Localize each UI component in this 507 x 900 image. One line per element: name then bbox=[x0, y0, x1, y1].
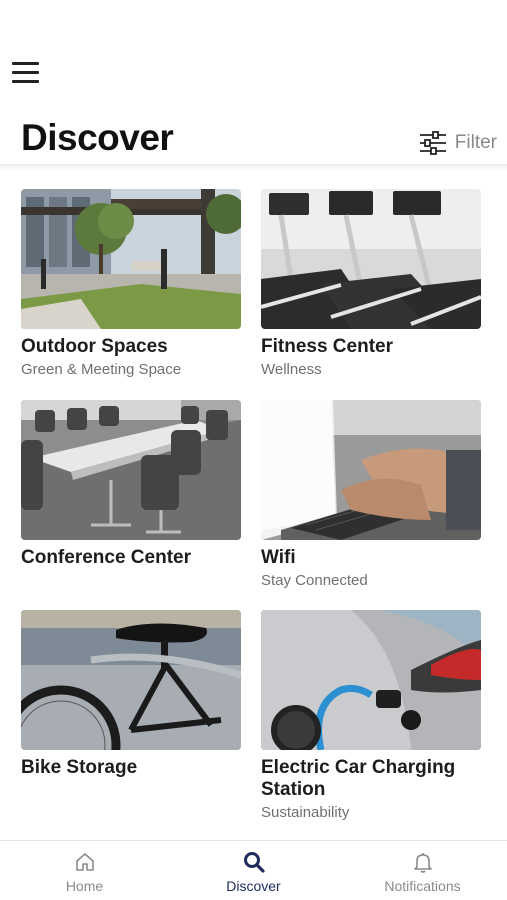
tab-label: Home bbox=[65, 878, 104, 894]
hamburger-menu-icon bbox=[12, 62, 39, 65]
card-conference-center[interactable]: Conference Center bbox=[21, 400, 241, 569]
laptop-typing-photo bbox=[261, 400, 481, 540]
card-title: Electric Car Charging Station bbox=[261, 757, 456, 800]
card-title: Outdoor Spaces bbox=[21, 336, 168, 357]
card-subtitle: Stay Connected bbox=[261, 572, 368, 589]
bottom-tab-bar: Home Discover Notifications bbox=[0, 840, 507, 900]
filter-label: Filter bbox=[454, 132, 497, 153]
treadmills-photo bbox=[261, 189, 481, 329]
card-subtitle: Wellness bbox=[261, 361, 322, 378]
ev-charging-photo bbox=[261, 610, 481, 750]
card-title: Bike Storage bbox=[21, 757, 138, 778]
bell-icon bbox=[413, 853, 432, 873]
card-title: Fitness Center bbox=[261, 336, 393, 357]
search-icon bbox=[243, 852, 265, 873]
card-fitness-center[interactable]: Fitness Center Wellness bbox=[261, 189, 481, 379]
card-electric-car-charging-station[interactable]: Electric Car Charging Station Sustainabi… bbox=[261, 610, 481, 822]
tab-discover[interactable]: Discover bbox=[169, 841, 338, 900]
card-outdoor-spaces[interactable]: Outdoor Spaces Green & Meeting Space bbox=[21, 189, 241, 379]
conference-room-photo bbox=[21, 400, 241, 540]
header-divider bbox=[0, 164, 507, 170]
sliders-icon bbox=[419, 131, 446, 155]
card-title: Wifi bbox=[261, 547, 296, 568]
menu-button[interactable] bbox=[12, 60, 40, 84]
tab-label: Notifications bbox=[384, 878, 461, 894]
filter-button[interactable]: Filter bbox=[419, 130, 497, 156]
card-title: Conference Center bbox=[21, 547, 191, 568]
tab-label: Discover bbox=[226, 878, 281, 894]
card-subtitle: Green & Meeting Space bbox=[21, 361, 182, 378]
tab-home[interactable]: Home bbox=[0, 841, 169, 900]
tab-notifications[interactable]: Notifications bbox=[338, 841, 507, 900]
page-title: Discover bbox=[21, 117, 174, 158]
outdoor-patio-photo bbox=[21, 189, 241, 329]
bicycle-photo bbox=[21, 610, 241, 750]
card-wifi[interactable]: Wifi Stay Connected bbox=[261, 400, 481, 590]
card-bike-storage[interactable]: Bike Storage bbox=[21, 610, 241, 779]
home-icon bbox=[75, 853, 94, 871]
card-subtitle: Sustainability bbox=[261, 804, 350, 821]
